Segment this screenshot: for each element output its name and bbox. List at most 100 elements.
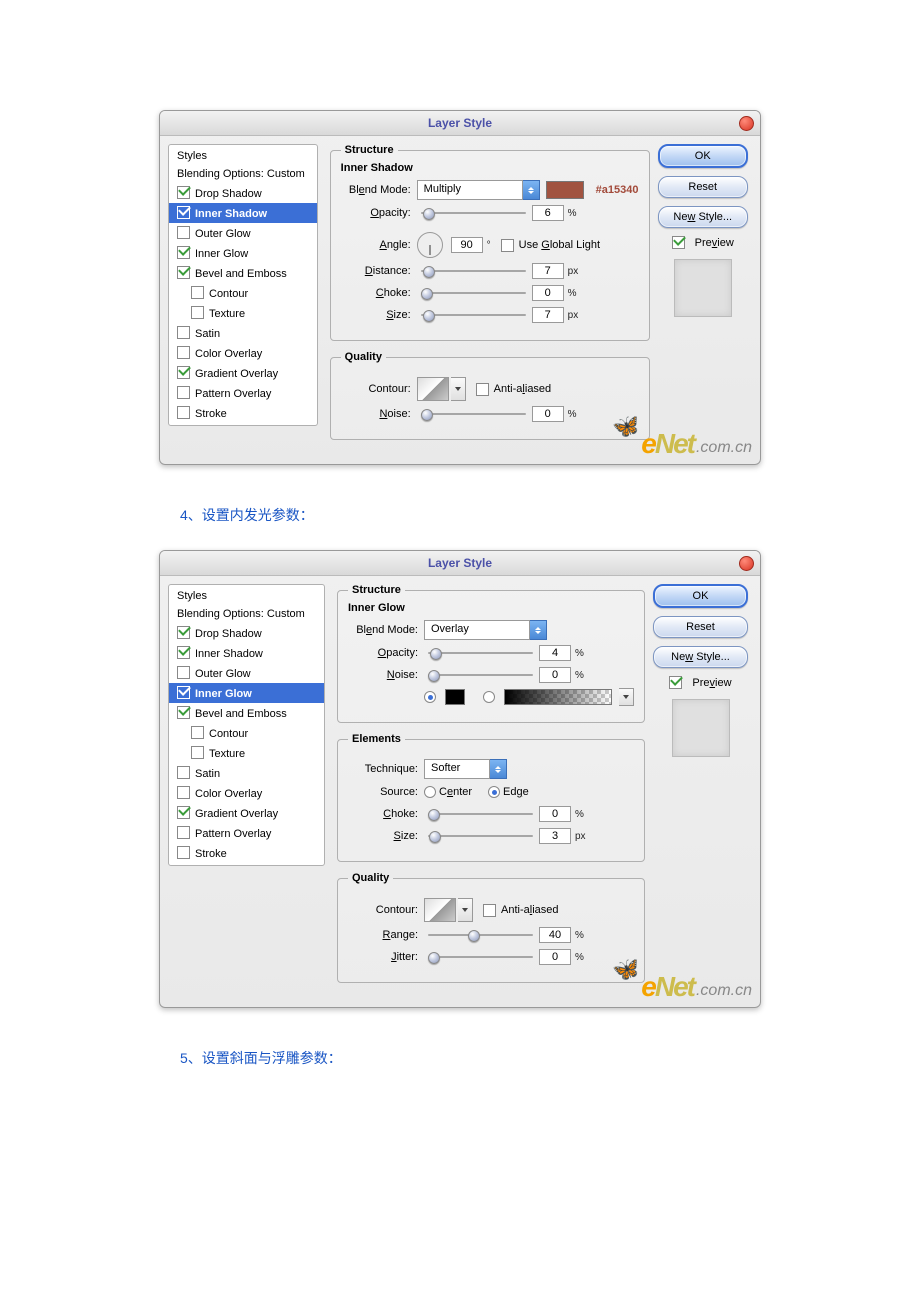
checkbox-icon[interactable]	[177, 766, 190, 779]
gradient-preview[interactable]	[504, 689, 612, 705]
radio-center[interactable]	[424, 786, 436, 798]
sidebar-gradient-overlay[interactable]: Gradient Overlay	[169, 363, 317, 383]
sidebar-stroke[interactable]: Stroke	[169, 843, 324, 863]
reset-button[interactable]: Reset	[653, 616, 748, 638]
radio-edge[interactable]	[488, 786, 500, 798]
checkbox-icon[interactable]	[177, 646, 190, 659]
noise-slider[interactable]	[428, 674, 533, 676]
chevron-updown-icon[interactable]	[530, 620, 547, 640]
checkbox-icon[interactable]	[177, 246, 190, 259]
anti-aliased-checkbox[interactable]	[483, 904, 496, 917]
chevron-updown-icon[interactable]	[490, 759, 507, 779]
checkbox-icon[interactable]	[177, 346, 190, 359]
sidebar-inner-glow[interactable]: Inner Glow	[169, 683, 324, 703]
chevron-down-icon[interactable]	[451, 377, 466, 401]
color-swatch[interactable]	[546, 181, 584, 199]
preview-checkbox[interactable]	[672, 236, 685, 249]
size-value[interactable]: 7	[532, 307, 564, 323]
sidebar-inner-shadow[interactable]: Inner Shadow	[169, 203, 317, 223]
checkbox-icon[interactable]	[177, 786, 190, 799]
blend-mode-select[interactable]: Multiply	[417, 180, 540, 200]
preview-checkbox[interactable]	[669, 676, 682, 689]
sidebar-color-overlay[interactable]: Color Overlay	[169, 343, 317, 363]
checkbox-icon[interactable]	[177, 826, 190, 839]
jitter-slider[interactable]	[428, 956, 533, 958]
sidebar-gradient-overlay[interactable]: Gradient Overlay	[169, 803, 324, 823]
checkbox-icon[interactable]	[177, 226, 190, 239]
new-style-button[interactable]: New Style...	[653, 646, 748, 668]
sidebar-drop-shadow[interactable]: Drop Shadow	[169, 623, 324, 643]
sidebar-inner-shadow[interactable]: Inner Shadow	[169, 643, 324, 663]
reset-button[interactable]: Reset	[658, 176, 749, 198]
checkbox-icon[interactable]	[177, 706, 190, 719]
sidebar-bevel-emboss[interactable]: Bevel and Emboss	[169, 263, 317, 283]
ok-button[interactable]: OK	[653, 584, 748, 608]
sidebar-satin[interactable]: Satin	[169, 763, 324, 783]
sidebar-stroke[interactable]: Stroke	[169, 403, 317, 423]
checkbox-icon[interactable]	[177, 406, 190, 419]
noise-value[interactable]: 0	[539, 667, 571, 683]
distance-slider[interactable]	[421, 270, 526, 272]
sidebar-pattern-overlay[interactable]: Pattern Overlay	[169, 823, 324, 843]
choke-value[interactable]: 0	[532, 285, 564, 301]
choke-slider[interactable]	[421, 292, 526, 294]
glow-color-swatch[interactable]	[445, 689, 465, 705]
radio-gradient[interactable]	[483, 691, 495, 703]
sidebar-blending-options[interactable]: Blending Options: Custom	[169, 165, 317, 183]
checkbox-icon[interactable]	[177, 686, 190, 699]
choke-value[interactable]: 0	[539, 806, 571, 822]
checkbox-icon[interactable]	[177, 666, 190, 679]
checkbox-icon[interactable]	[177, 386, 190, 399]
sidebar-outer-glow[interactable]: Outer Glow	[169, 223, 317, 243]
radio-solid-color[interactable]	[424, 691, 436, 703]
checkbox-icon[interactable]	[177, 266, 190, 279]
distance-value[interactable]: 7	[532, 263, 564, 279]
sidebar-pattern-overlay[interactable]: Pattern Overlay	[169, 383, 317, 403]
contour-preview[interactable]	[424, 898, 456, 922]
checkbox-icon[interactable]	[177, 806, 190, 819]
size-slider[interactable]	[421, 314, 526, 316]
sidebar-contour[interactable]: Contour	[169, 283, 317, 303]
close-icon[interactable]	[739, 116, 754, 131]
chevron-down-icon[interactable]	[619, 688, 634, 706]
sidebar-blending-options[interactable]: Blending Options: Custom	[169, 605, 324, 623]
choke-slider[interactable]	[428, 813, 533, 815]
sidebar-outer-glow[interactable]: Outer Glow	[169, 663, 324, 683]
new-style-button[interactable]: New Style...	[658, 206, 749, 228]
checkbox-icon[interactable]	[177, 326, 190, 339]
opacity-slider[interactable]	[428, 652, 533, 654]
checkbox-icon[interactable]	[177, 626, 190, 639]
sidebar-contour[interactable]: Contour	[169, 723, 324, 743]
angle-value[interactable]: 90	[451, 237, 483, 253]
technique-select[interactable]: Softer	[424, 759, 507, 779]
checkbox-icon[interactable]	[191, 286, 204, 299]
checkbox-icon[interactable]	[177, 206, 190, 219]
ok-button[interactable]: OK	[658, 144, 749, 168]
noise-slider[interactable]	[421, 413, 526, 415]
close-icon[interactable]	[739, 556, 754, 571]
checkbox-icon[interactable]	[191, 306, 204, 319]
size-value[interactable]: 3	[539, 828, 571, 844]
range-value[interactable]: 40	[539, 927, 571, 943]
contour-preview[interactable]	[417, 377, 449, 401]
sidebar-texture[interactable]: Texture	[169, 743, 324, 763]
sidebar-bevel-emboss[interactable]: Bevel and Emboss	[169, 703, 324, 723]
checkbox-icon[interactable]	[177, 366, 190, 379]
sidebar-header[interactable]: Styles	[169, 587, 324, 605]
checkbox-icon[interactable]	[177, 186, 190, 199]
chevron-updown-icon[interactable]	[523, 180, 540, 200]
opacity-value[interactable]: 6	[532, 205, 564, 221]
chevron-down-icon[interactable]	[458, 898, 473, 922]
noise-value[interactable]: 0	[532, 406, 564, 422]
sidebar-texture[interactable]: Texture	[169, 303, 317, 323]
range-slider[interactable]	[428, 934, 533, 936]
sidebar-inner-glow[interactable]: Inner Glow	[169, 243, 317, 263]
angle-dial[interactable]	[417, 232, 443, 258]
checkbox-icon[interactable]	[191, 746, 204, 759]
sidebar-header[interactable]: Styles	[169, 147, 317, 165]
sidebar-drop-shadow[interactable]: Drop Shadow	[169, 183, 317, 203]
anti-aliased-checkbox[interactable]	[476, 383, 489, 396]
global-light-checkbox[interactable]	[501, 239, 514, 252]
blend-mode-select[interactable]: Overlay	[424, 620, 547, 640]
checkbox-icon[interactable]	[177, 846, 190, 859]
